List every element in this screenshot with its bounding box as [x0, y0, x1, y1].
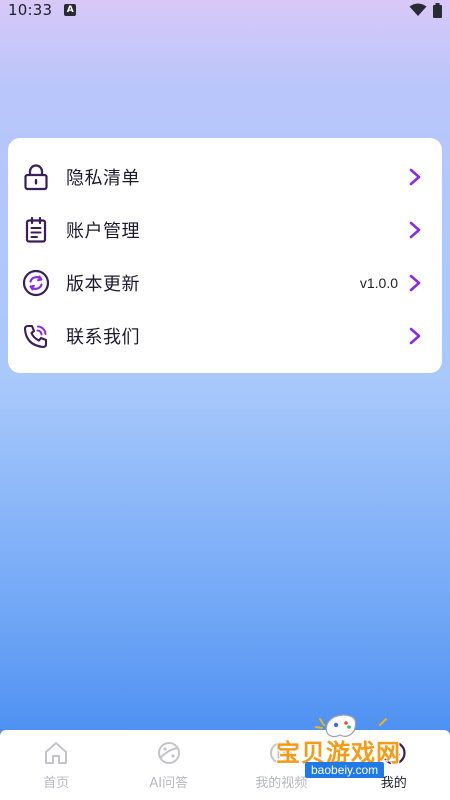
battery-icon	[433, 2, 442, 18]
tab-label: AI问答	[149, 776, 189, 791]
phone-icon	[22, 322, 50, 350]
status-bar: 10:33 A	[0, 0, 450, 20]
home-icon	[43, 740, 69, 766]
clipboard-icon	[22, 216, 50, 244]
menu-item-contact-us[interactable]: 联系我们	[8, 309, 442, 362]
wifi-icon	[409, 3, 427, 16]
watermark-url: baobeiy.com	[305, 762, 385, 778]
menu-item-label: 联系我们	[66, 326, 140, 348]
refresh-icon	[22, 269, 50, 297]
lock-icon	[22, 163, 50, 191]
menu-item-privacy-list[interactable]: 隐私清单	[8, 150, 442, 203]
status-time: 10:33	[8, 1, 53, 19]
tab-ai-qa[interactable]: AI问答	[113, 730, 226, 800]
chevron-right-icon	[409, 168, 421, 185]
chevron-right-icon	[409, 221, 421, 238]
accessibility-icon: A	[64, 4, 77, 16]
chevron-right-icon	[409, 327, 421, 344]
version-value: v1.0.0	[359, 274, 398, 291]
status-icons	[409, 2, 442, 18]
menu-item-label: 版本更新	[66, 273, 140, 295]
menu-item-account[interactable]: 账户管理	[8, 203, 442, 256]
chevron-right-icon	[409, 274, 421, 291]
menu-item-version-update[interactable]: 版本更新 v1.0.0	[8, 256, 442, 309]
planet-icon	[156, 740, 182, 766]
settings-card: 隐私清单 账户管理 版本更新 v1.0.0 联系我们	[8, 138, 442, 373]
menu-item-label: 账户管理	[66, 220, 140, 242]
menu-item-label: 隐私清单	[66, 167, 140, 189]
tab-home[interactable]: 首页	[0, 730, 113, 800]
tab-label: 首页	[43, 776, 70, 791]
